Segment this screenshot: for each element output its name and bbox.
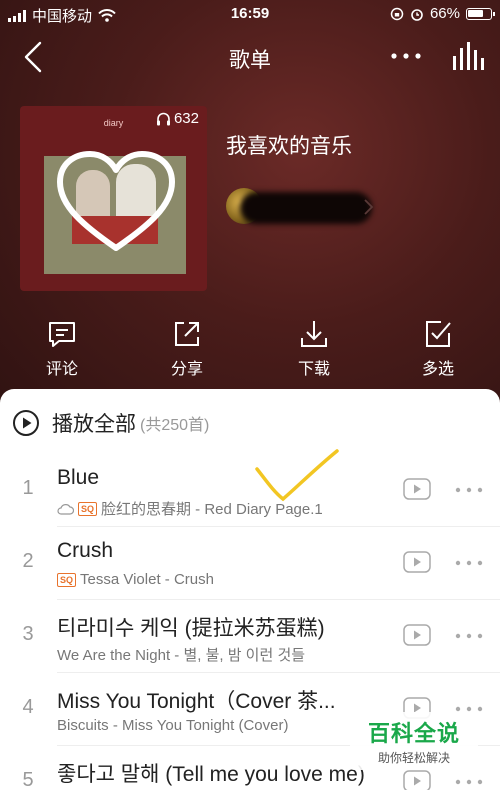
song-index: 3 (22, 623, 34, 645)
song-row[interactable]: 1 Blue SQ 脸红的思春期 - Red Diary Page.1 (0, 453, 500, 526)
song-row[interactable]: 2 Crush SQ Tessa Violet - Crush (0, 526, 500, 599)
watermark-logo: 百科全说 助你轻松解决 (350, 712, 478, 770)
share-button[interactable]: 分享 (147, 318, 227, 379)
song-more-icon[interactable] (455, 779, 483, 785)
watermark-subtitle: 助你轻松解决 (377, 751, 450, 765)
comment-icon (49, 322, 75, 347)
play-count-value: 632 (173, 110, 199, 127)
video-play-icon[interactable] (403, 770, 431, 790)
status-right: 66% (390, 5, 495, 22)
song-more-icon[interactable] (455, 633, 483, 639)
download-label: 下载 (297, 361, 330, 378)
sq-badge: SQ (78, 501, 98, 516)
song-subtitle: Biscuits - Miss You Tonight (Cover) (57, 717, 288, 734)
play-circle-icon (13, 410, 39, 436)
song-artist-album: Biscuits - Miss You Tonight (Cover) (57, 717, 289, 734)
comment-button[interactable]: 评论 (22, 318, 102, 379)
share-label: 分享 (170, 361, 203, 378)
video-play-icon[interactable] (403, 478, 431, 500)
chevron-right-icon[interactable] (362, 196, 376, 218)
creator-name-redacted[interactable] (240, 192, 372, 224)
check-annotation-icon (255, 449, 339, 502)
heart-icon (57, 151, 175, 251)
song-index: 2 (22, 550, 34, 572)
song-title: 좋다고 말해 (Tell me you love me) (57, 763, 365, 786)
song-count: (共250首) (140, 417, 210, 434)
song-title: Miss You Tonight（Cover 茶... (57, 690, 336, 713)
battery-icon (466, 7, 495, 20)
song-index: 1 (22, 477, 34, 499)
status-bar: 中国移动 16:59 66% (0, 0, 500, 28)
song-artist-album: We Are the Night - 별, 불, 밤 이런 것들 (57, 647, 306, 664)
headphones-icon (156, 112, 170, 125)
nav-bar: 歌单 (0, 36, 500, 80)
sq-badge: SQ (57, 572, 77, 587)
song-artist-album: Tessa Violet - Crush (80, 571, 214, 588)
playlist-name: 我喜欢的音乐 (226, 135, 352, 158)
alarm-icon (411, 8, 423, 21)
song-index: 4 (22, 696, 34, 718)
song-more-icon[interactable] (455, 487, 483, 493)
song-row[interactable]: 3 티라미수 케익 (提拉米苏蛋糕) We Are the Night - 별,… (0, 599, 500, 672)
video-play-icon[interactable] (403, 624, 431, 646)
download-icon (301, 321, 327, 347)
song-subtitle: We Are the Night - 별, 불, 밤 이런 것들 (57, 644, 305, 665)
play-count: 632 (156, 110, 199, 127)
multi-select-icon (426, 321, 451, 347)
play-all-label: 播放全部 (52, 413, 136, 436)
play-all-button[interactable]: 播放全部 (共250首) (12, 403, 209, 443)
battery-percent: 66% (429, 5, 460, 22)
comment-label: 评论 (45, 361, 78, 378)
song-title: Blue (57, 466, 100, 489)
rotation-lock-icon (390, 7, 404, 20)
action-bar: 评论 分享 下载 多选 (0, 318, 500, 382)
equalizer-icon[interactable] (450, 40, 484, 72)
download-button[interactable]: 下载 (274, 318, 354, 379)
song-title: 티라미수 케익 (提拉米苏蛋糕) (57, 617, 325, 640)
page-title: 歌单 (229, 49, 271, 72)
cloud-icon (57, 503, 74, 515)
share-icon (175, 322, 199, 346)
song-title: Crush (57, 539, 114, 562)
song-more-icon[interactable] (455, 560, 483, 566)
playlist-cover[interactable]: diary 632 (20, 106, 207, 291)
more-icon[interactable] (388, 44, 424, 68)
song-index: 5 (22, 769, 34, 790)
watermark-title: 百科全说 (367, 721, 460, 746)
multi-select-label: 多选 (421, 361, 454, 378)
video-play-icon[interactable] (403, 551, 431, 573)
multi-select-button[interactable]: 多选 (398, 318, 478, 379)
song-subtitle: SQ Tessa Violet - Crush (57, 571, 214, 588)
